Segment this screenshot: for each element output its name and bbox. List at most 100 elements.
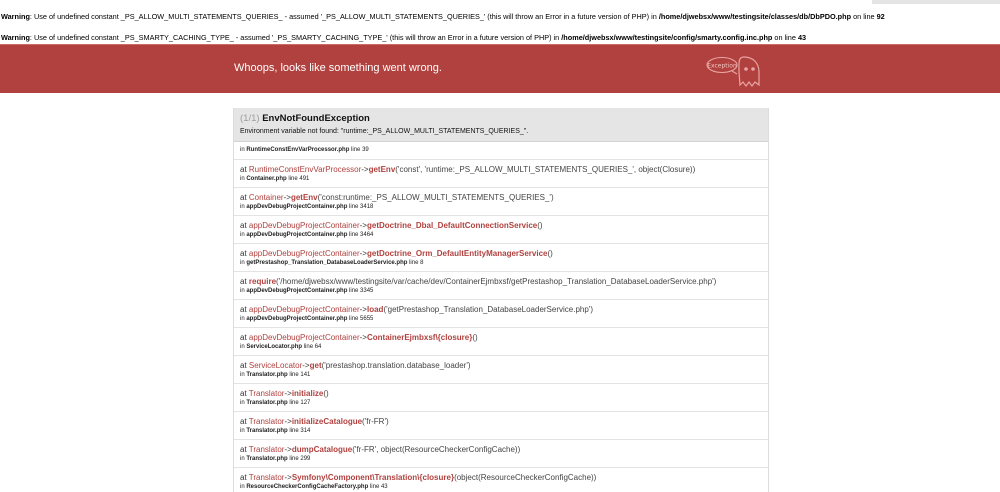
trace-class[interactable]: Translator xyxy=(249,445,285,454)
trace-call: at RuntimeConstEnvVarProcessor->getEnv('… xyxy=(240,165,696,174)
trace-line-number: 39 xyxy=(362,147,369,153)
warning-line-2: Warning: Use of undefined constant _PS_S… xyxy=(1,33,806,42)
trace-item-3: at appDevDebugProjectContainer->getDoctr… xyxy=(234,216,768,244)
warning-label: Warning xyxy=(1,12,30,21)
trace-file: Translator.php xyxy=(246,372,288,378)
trace-line-number: 127 xyxy=(300,400,311,406)
trace-args: ('const', 'runtime:_PS_ALLOW_MULTI_STATE… xyxy=(395,165,696,174)
trace-method: getDoctrine_Dbal_DefaultConnectionServic… xyxy=(366,221,538,230)
trace-item-5: at require('/home/djwebsx/www/testingsit… xyxy=(234,272,768,300)
trace-class[interactable]: appDevDebugProjectContainer xyxy=(249,221,360,230)
trace-method: get xyxy=(309,361,322,370)
trace-location: in Container.php line 491 xyxy=(240,176,310,182)
trace-line-number: 491 xyxy=(299,176,310,182)
trace-class[interactable]: appDevDebugProjectContainer xyxy=(249,249,360,258)
trace-args: ('fr-FR', object(ResourceCheckerConfigCa… xyxy=(352,445,521,454)
trace-args: (object(ResourceCheckerConfigCache)) xyxy=(454,473,597,482)
trace-line-number: 64 xyxy=(314,344,322,350)
trace-item-12: at Translator->Symfony\Component\Transla… xyxy=(234,468,768,492)
trace-item-4: at appDevDebugProjectContainer->getDoctr… xyxy=(234,244,768,272)
trace-file: Translator.php xyxy=(246,400,288,406)
trace-method: dumpCatalogue xyxy=(291,445,353,454)
trace-class[interactable]: Container xyxy=(249,193,284,202)
trace-call: at appDevDebugProjectContainer->Containe… xyxy=(240,333,478,342)
trace-location: in RuntimeConstEnvVarProcessor.php line … xyxy=(240,147,369,153)
trace-item-0: in RuntimeConstEnvVarProcessor.php line … xyxy=(234,142,768,160)
trace-call: at appDevDebugProjectContainer->load('ge… xyxy=(240,305,593,314)
exception-message: Environment variable not found: "runtime… xyxy=(240,128,529,135)
trace-line-number: 8 xyxy=(420,260,424,266)
trace-class[interactable]: Translator xyxy=(249,473,285,482)
error-banner-message: Whoops, looks like something went wrong. xyxy=(234,62,442,74)
trace-method: load xyxy=(366,305,384,314)
warning-on-line: on line xyxy=(851,12,877,21)
trace-method: getDoctrine_Orm_DefaultEntityManagerServ… xyxy=(366,249,548,258)
warning-text: : Use of undefined constant _PS_SMARTY_C… xyxy=(29,33,562,42)
trace-method: ContainerEjmbxsf\{closure} xyxy=(366,333,473,342)
trace-args: () xyxy=(472,333,478,342)
warning-line-number: 92 xyxy=(876,12,885,21)
trace-file: Translator.php xyxy=(246,456,288,462)
warning-line-1: Warning: Use of undefined constant _PS_A… xyxy=(1,12,885,21)
error-banner: Whoops, looks like something went wrong.… xyxy=(0,44,1000,93)
warning-text: : Use of undefined constant _PS_ALLOW_MU… xyxy=(29,12,659,21)
trace-line-number: 43 xyxy=(380,484,388,490)
trace-call: at Translator->Symfony\Component\Transla… xyxy=(240,473,597,482)
trace-call: at Translator->initialize() xyxy=(240,389,329,398)
trace-item-1: at RuntimeConstEnvVarProcessor->getEnv('… xyxy=(234,160,768,188)
trace-call: at appDevDebugProjectContainer->getDoctr… xyxy=(240,221,543,230)
trace-line-number: 3464 xyxy=(360,232,374,238)
trace-args: ('/home/djwebsx/www/testingsite/var/cach… xyxy=(276,277,717,286)
trace-item-2: at Container->getEnv('const:runtime:_PS_… xyxy=(234,188,768,216)
trace-class[interactable]: Translator xyxy=(249,417,285,426)
exception-header: (1/1) EnvNotFoundException Environment v… xyxy=(234,108,768,142)
trace-location: in getPrestashop_Translation_DatabaseLoa… xyxy=(240,260,424,266)
trace-location: in Translator.php line 127 xyxy=(240,400,311,406)
trace-method: getEnv xyxy=(368,165,396,174)
trace-args: () xyxy=(323,389,329,398)
trace-args: ('const:runtime:_PS_ALLOW_MULTI_STATEMEN… xyxy=(317,193,554,202)
exception-ghost-icon: Exception xyxy=(706,56,760,87)
trace-class[interactable]: Translator xyxy=(249,389,285,398)
trace-file: getPrestashop_Translation_DatabaseLoader… xyxy=(246,260,408,266)
trace-call: at ServiceLocator->get('prestashop.trans… xyxy=(240,361,471,370)
trace-method: initialize xyxy=(291,389,324,398)
stack-trace-panel: (1/1) EnvNotFoundException Environment v… xyxy=(233,108,769,492)
trace-call: at Container->getEnv('const:runtime:_PS_… xyxy=(240,193,554,202)
trace-item-11: at Translator->dumpCatalogue('fr-FR', ob… xyxy=(234,440,768,468)
trace-file: ResourceCheckerConfigCacheFactory.php xyxy=(246,484,369,490)
trace-item-9: at Translator->initialize() in Translato… xyxy=(234,384,768,412)
trace-class[interactable]: appDevDebugProjectContainer xyxy=(249,333,360,342)
trace-location: in appDevDebugProjectContainer.php line … xyxy=(240,316,374,322)
trace-item-6: at appDevDebugProjectContainer->load('ge… xyxy=(234,300,768,328)
trace-file: RuntimeConstEnvVarProcessor.php xyxy=(246,147,350,153)
trace-file: appDevDebugProjectContainer.php xyxy=(246,288,348,294)
trace-location: in Translator.php line 141 xyxy=(240,372,311,378)
trace-args: () xyxy=(547,249,553,258)
trace-location: in ResourceCheckerConfigCacheFactory.php… xyxy=(240,484,388,490)
trace-location: in appDevDebugProjectContainer.php line … xyxy=(240,204,374,210)
exception-title: (1/1) EnvNotFoundException xyxy=(240,113,370,124)
trace-location: in ServiceLocator.php line 64 xyxy=(240,344,322,350)
trace-class[interactable]: ServiceLocator xyxy=(249,361,302,370)
trace-line-number: 5655 xyxy=(360,316,374,322)
trace-args: ('getPrestashop_Translation_DatabaseLoad… xyxy=(383,305,593,314)
warning-on-line: on line xyxy=(772,33,798,42)
trace-line-number: 3418 xyxy=(360,204,374,210)
trace-call: at require('/home/djwebsx/www/testingsit… xyxy=(240,277,717,286)
trace-file: Translator.php xyxy=(246,428,288,434)
trace-file: appDevDebugProjectContainer.php xyxy=(246,316,348,322)
trace-item-10: at Translator->initializeCatalogue('fr-F… xyxy=(234,412,768,440)
trace-class[interactable]: RuntimeConstEnvVarProcessor xyxy=(249,165,361,174)
trace-method: Symfony\Component\Translation\{closure} xyxy=(291,473,455,482)
trace-location: in Translator.php line 299 xyxy=(240,456,311,462)
trace-class[interactable]: appDevDebugProjectContainer xyxy=(249,305,360,314)
trace-call: at appDevDebugProjectContainer->getDoctr… xyxy=(240,249,553,258)
trace-item-8: at ServiceLocator->get('prestashop.trans… xyxy=(234,356,768,384)
warning-file: /home/djwebsx/www/testingsite/classes/db… xyxy=(658,12,852,21)
exception-ghost-label: Exception xyxy=(707,63,737,70)
trace-location: in appDevDebugProjectContainer.php line … xyxy=(240,288,374,294)
trace-item-7: at appDevDebugProjectContainer->Containe… xyxy=(234,328,768,356)
trace-file: appDevDebugProjectContainer.php xyxy=(246,232,348,238)
trace-call: at Translator->dumpCatalogue('fr-FR', ob… xyxy=(240,445,521,454)
